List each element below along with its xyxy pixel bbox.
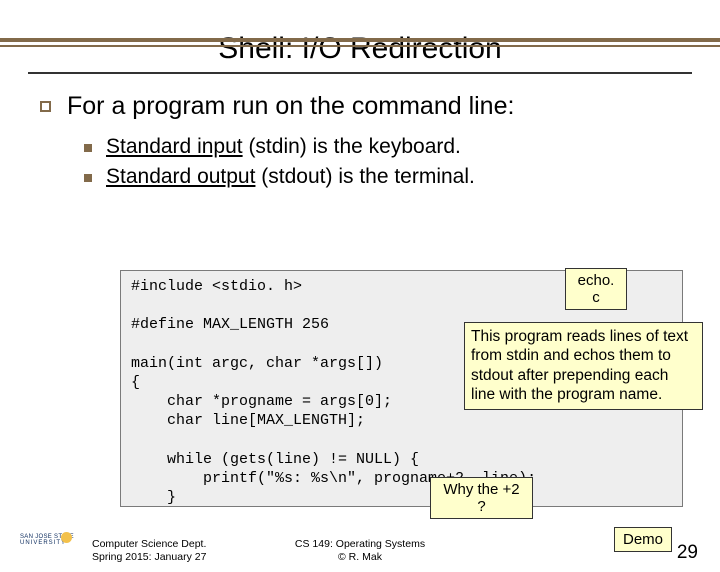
- filled-square-bullet-icon: [84, 174, 92, 182]
- bullet-level2-text: Standard output (stdout) is the terminal…: [106, 165, 475, 189]
- slide: Shell: I/O Redirection For a program run…: [0, 32, 720, 572]
- bullet-level1-text: For a program run on the command line:: [67, 92, 514, 121]
- page-number: 29: [677, 542, 698, 564]
- callout-filename: echo. c: [565, 268, 627, 310]
- footer: SAN JOSE STATE UNIVERSITY Computer Scien…: [0, 534, 720, 564]
- bullet-level2-text: Standard input (stdin) is the keyboard.: [106, 135, 461, 159]
- footer-left: Computer Science Dept. Spring 2015: Janu…: [92, 538, 206, 564]
- sjsu-logo: SAN JOSE STATE UNIVERSITY: [20, 534, 74, 564]
- hollow-square-bullet-icon: [40, 101, 51, 112]
- callout-question: Why the +2 ?: [430, 477, 533, 519]
- bullet-level2: Standard output (stdout) is the terminal…: [84, 165, 692, 189]
- callout-description: This program reads lines of text from st…: [464, 322, 703, 410]
- bullet-level2: Standard input (stdin) is the keyboard.: [84, 135, 692, 159]
- slide-body: For a program run on the command line: S…: [28, 92, 692, 189]
- filled-square-bullet-icon: [84, 144, 92, 152]
- title-underline: [28, 72, 692, 74]
- footer-center: CS 149: Operating Systems © R. Mak: [295, 538, 425, 564]
- decorative-top-bars: [0, 32, 720, 47]
- bullet-level1: For a program run on the command line:: [40, 92, 692, 121]
